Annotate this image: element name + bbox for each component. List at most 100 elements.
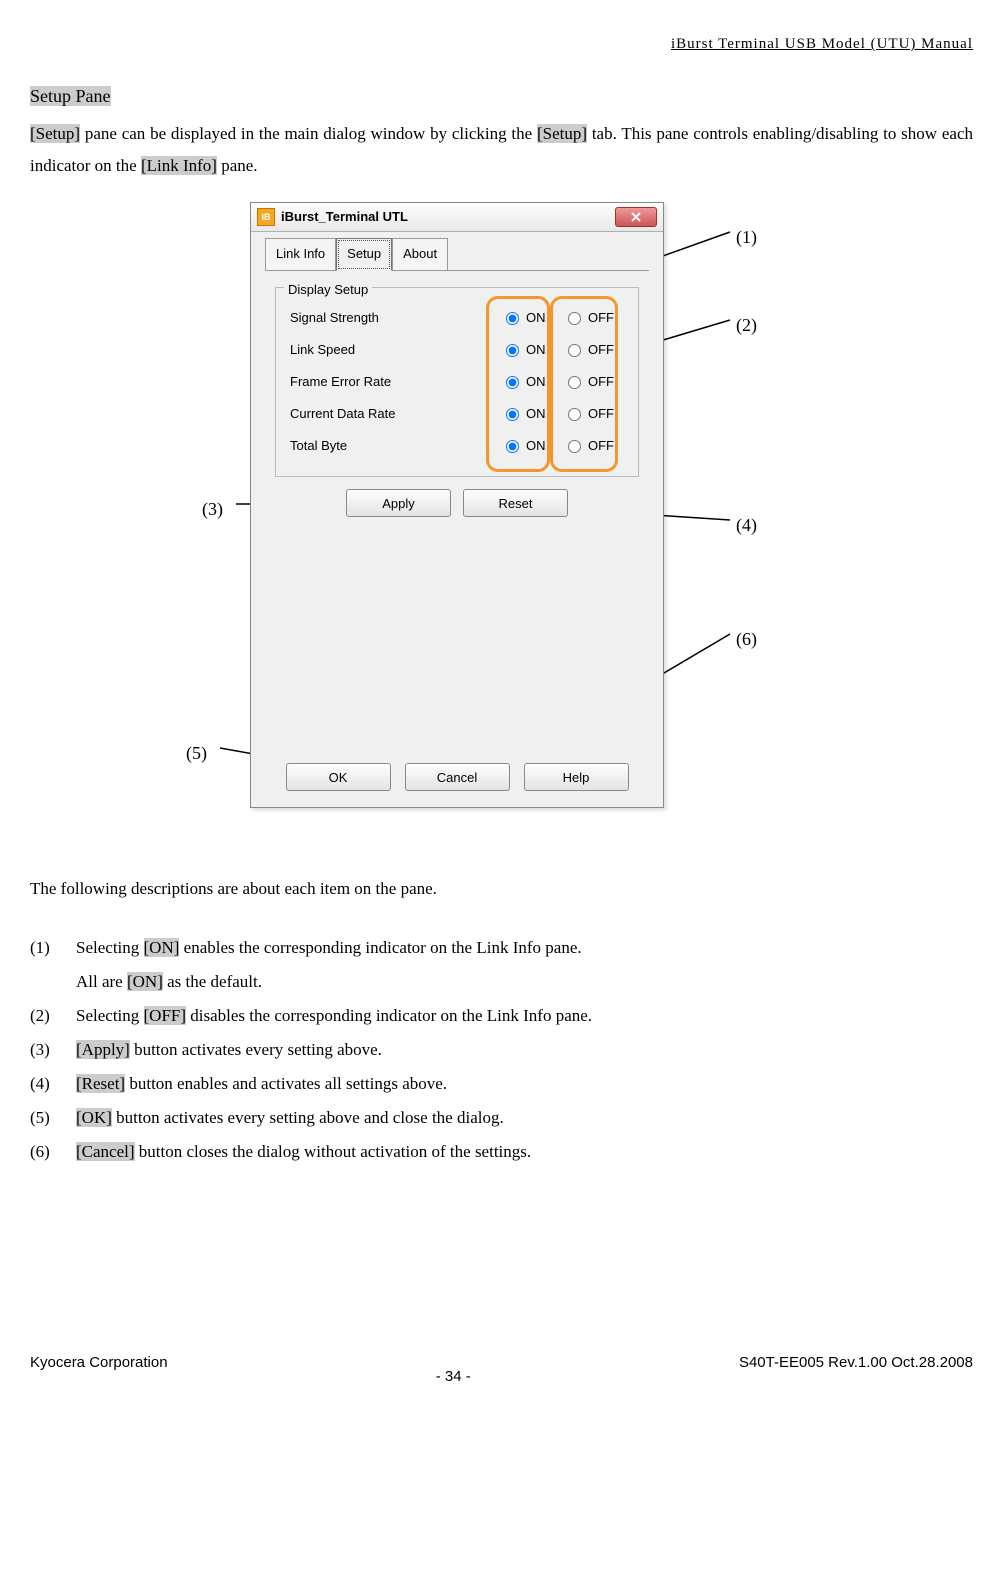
close-icon [631, 212, 641, 222]
ok-button[interactable]: OK [286, 763, 391, 791]
label-signal-strength: Signal Strength [290, 306, 500, 331]
off-label: OFF [588, 434, 614, 459]
radio-datarate-on[interactable]: ON [500, 402, 562, 427]
desc-num: (5) [30, 1101, 76, 1135]
desc-item-1-sub: All are [ON] as the default. [30, 965, 973, 999]
desc-hl: [Cancel] [76, 1142, 135, 1161]
radio-input[interactable] [506, 312, 519, 325]
radio-totalbyte-off[interactable]: OFF [562, 434, 624, 459]
radio-linkspeed-on[interactable]: ON [500, 338, 562, 363]
radio-input[interactable] [506, 344, 519, 357]
desc-hl: [Reset] [76, 1074, 125, 1093]
label-total-byte: Total Byte [290, 434, 500, 459]
on-label: ON [526, 402, 546, 427]
desc-post: disables the corresponding indicator on … [186, 1006, 592, 1025]
desc-num: (3) [30, 1033, 76, 1067]
desc-item-2: (2) Selecting [OFF] disables the corresp… [30, 999, 973, 1033]
radio-input[interactable] [568, 440, 581, 453]
on-label: ON [526, 306, 546, 331]
radio-input[interactable] [568, 312, 581, 325]
radio-frameerror-on[interactable]: ON [500, 370, 562, 395]
footer-docref: S40T-EE005 Rev.1.00 Oct.28.2008 [739, 1349, 973, 1378]
display-setup-group: Display Setup Signal Strength ON OFF Lin… [275, 287, 639, 477]
window-title: iBurst_Terminal UTL [281, 205, 615, 230]
desc-hl: [ON] [144, 938, 180, 957]
off-label: OFF [588, 402, 614, 427]
group-title: Display Setup [284, 278, 372, 303]
desc-num: (1) [30, 931, 76, 965]
off-label: OFF [588, 338, 614, 363]
desc-num: (2) [30, 999, 76, 1033]
on-label: ON [526, 370, 546, 395]
desc-hl: [OFF] [144, 1006, 187, 1025]
radio-totalbyte-on[interactable]: ON [500, 434, 562, 459]
descriptions-list: (1) Selecting [ON] enables the correspon… [30, 931, 973, 965]
desc-hl: [OK] [76, 1108, 112, 1127]
descriptions-intro: The following descriptions are about eac… [30, 873, 973, 905]
tab-about[interactable]: About [392, 238, 448, 271]
desc-post: enables the corresponding indicator on t… [179, 938, 581, 957]
desc-sub-pre: All are [76, 972, 127, 991]
desc-item-3: (3) [Apply] button activates every setti… [30, 1033, 973, 1067]
tabstrip: Link Info Setup About [251, 232, 663, 270]
label-link-speed: Link Speed [290, 338, 500, 363]
intro-hl-setup-1: [Setup] [30, 124, 80, 143]
app-icon: iB [257, 208, 275, 226]
radio-frameerror-off[interactable]: OFF [562, 370, 624, 395]
row-frame-error: Frame Error Rate ON OFF [290, 366, 624, 398]
intro-paragraph: [Setup] pane can be displayed in the mai… [30, 118, 973, 183]
intro-hl-linkinfo: [Link Info] [141, 156, 217, 175]
apply-reset-row: Apply Reset [265, 489, 649, 517]
radio-input[interactable] [568, 376, 581, 389]
cancel-button[interactable]: Cancel [405, 763, 510, 791]
reset-button[interactable]: Reset [463, 489, 568, 517]
callout-4: (4) [736, 508, 757, 542]
tab-link-info[interactable]: Link Info [265, 238, 336, 271]
intro-text-1: pane can be displayed in the main dialog… [80, 124, 537, 143]
dialog-window: iB iBurst_Terminal UTL Link Info Setup A… [250, 202, 664, 808]
help-button[interactable]: Help [524, 763, 629, 791]
intro-text-3: pane. [217, 156, 258, 175]
off-label: OFF [588, 306, 614, 331]
footer-page-number: - 34 - [168, 1363, 739, 1392]
desc-pre: Selecting [76, 938, 144, 957]
desc-item-1: (1) Selecting [ON] enables the correspon… [30, 931, 973, 965]
page-header: iBurst Terminal USB Model (UTU) Manual [30, 30, 973, 59]
tab-body: Display Setup Signal Strength ON OFF Lin… [265, 270, 649, 517]
callout-6: (6) [736, 622, 757, 656]
descriptions-list-2: (2) Selecting [OFF] disables the corresp… [30, 999, 973, 1169]
row-link-speed: Link Speed ON OFF [290, 334, 624, 366]
row-current-data-rate: Current Data Rate ON OFF [290, 398, 624, 430]
callout-5: (5) [186, 736, 207, 770]
desc-post: button enables and activates all setting… [125, 1074, 447, 1093]
desc-sub-post: as the default. [163, 972, 262, 991]
desc-item-6: (6) [Cancel] button closes the dialog wi… [30, 1135, 973, 1169]
radio-signal-on[interactable]: ON [500, 306, 562, 331]
row-signal-strength: Signal Strength ON OFF [290, 302, 624, 334]
radio-input[interactable] [506, 408, 519, 421]
page-footer: Kyocera Corporation - 34 - S40T-EE005 Re… [30, 1349, 973, 1378]
close-button[interactable] [615, 207, 657, 227]
callout-2: (2) [736, 308, 757, 342]
desc-num: (6) [30, 1135, 76, 1169]
callout-1: (1) [736, 220, 757, 254]
radio-signal-off[interactable]: OFF [562, 306, 624, 331]
bottom-button-row: OK Cancel Help [251, 763, 663, 791]
intro-hl-setup-2: [Setup] [537, 124, 587, 143]
desc-num: (4) [30, 1067, 76, 1101]
radio-input[interactable] [506, 376, 519, 389]
on-label: ON [526, 338, 546, 363]
desc-pre: Selecting [76, 1006, 144, 1025]
radio-input[interactable] [568, 408, 581, 421]
radio-input[interactable] [506, 440, 519, 453]
section-title: Setup Pane [30, 86, 111, 106]
tab-setup[interactable]: Setup [336, 238, 392, 272]
desc-hl: [Apply] [76, 1040, 130, 1059]
radio-datarate-off[interactable]: OFF [562, 402, 624, 427]
off-label: OFF [588, 370, 614, 395]
radio-input[interactable] [568, 344, 581, 357]
row-total-byte: Total Byte ON OFF [290, 430, 624, 462]
apply-button[interactable]: Apply [346, 489, 451, 517]
titlebar: iB iBurst_Terminal UTL [251, 203, 663, 232]
radio-linkspeed-off[interactable]: OFF [562, 338, 624, 363]
